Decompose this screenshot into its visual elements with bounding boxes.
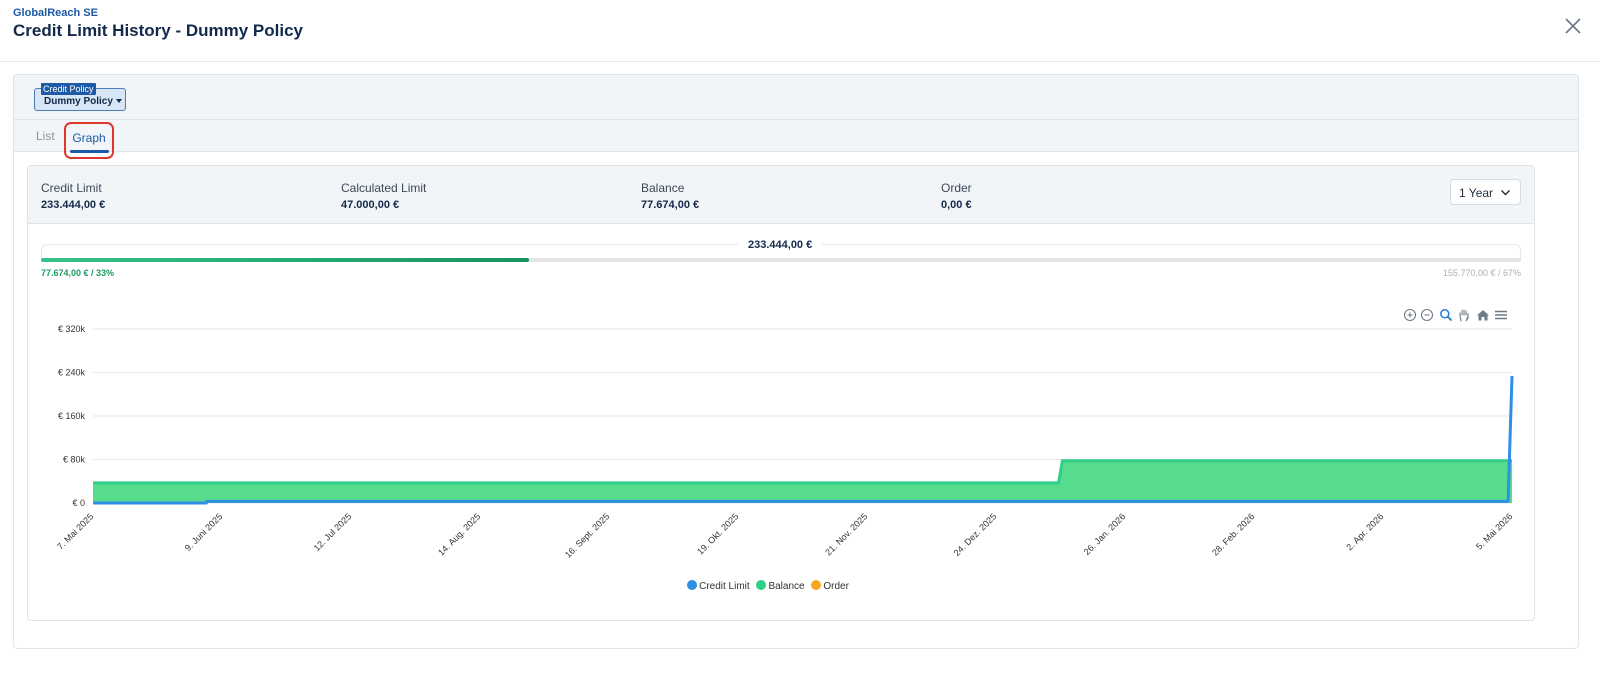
x-tick-label: 2. Apr. 2026 (1344, 511, 1385, 552)
stat-label: Calculated Limit (341, 181, 427, 195)
credit-policy-value: Dummy Policy (44, 96, 122, 107)
x-tick-label: 16. Sept. 2025 (563, 511, 611, 559)
legend-balance[interactable]: Balance (756, 580, 805, 592)
x-tick-label: 12. Jul 2025 (312, 511, 354, 553)
stats-row: Credit Limit 233.444,00 € Calculated Lim… (28, 166, 1534, 224)
tab-graph-label: Graph (72, 131, 106, 145)
credit-policy-tag: Credit Policy (41, 83, 96, 95)
x-tick-label: 24. Dez. 2025 (952, 511, 999, 558)
legend-order[interactable]: Order (811, 580, 849, 592)
period-dropdown[interactable]: 1 Year (1450, 179, 1521, 205)
panel-toolbar: Credit Policy Dummy Policy List Graph (14, 75, 1578, 159)
legend-label: Order (823, 581, 849, 592)
stat-value: 77.674,00 € (641, 199, 700, 211)
stat-value: 47.000,00 € (341, 199, 400, 211)
stat-label: Credit Limit (41, 181, 102, 195)
tab-graph[interactable]: Graph (64, 122, 114, 159)
company-name: GlobalReach SE (13, 7, 98, 19)
credit-policy-dropdown[interactable]: Credit Policy Dummy Policy (34, 83, 126, 111)
x-tick-label: 28. Feb. 2026 (1210, 511, 1256, 557)
caret-down-icon (115, 99, 122, 104)
x-tick-label: 14. Aug. 2025 (436, 511, 482, 557)
legend-label: Credit Limit (699, 581, 750, 592)
usage-remaining-label: 155.770,00 € / 67% (1442, 268, 1521, 278)
x-tick-label: 5. Mai 2026 (1474, 511, 1514, 551)
legend-marker (811, 580, 822, 590)
usage-bar-total: 233.444,00 € (738, 239, 823, 251)
x-tick-label: 7. Mai 2025 (55, 511, 95, 551)
y-tick-label: € 160k (58, 411, 86, 421)
legend-marker (756, 580, 767, 590)
credit-usage-bar: 233.444,00 € 77.674,00 € / 33% 155.770,0… (41, 239, 1521, 284)
close-icon[interactable] (1564, 17, 1582, 35)
x-tick-label: 26. Jan. 2026 (1082, 511, 1128, 557)
stat-value: 0,00 € (941, 199, 972, 211)
stat-value: 233.444,00 € (41, 199, 106, 211)
x-tick-label: 19. Okt. 2025 (695, 511, 740, 556)
tabs-divider (14, 119, 1578, 120)
y-tick-label: € 320k (58, 324, 86, 334)
chart-legend: Credit Limit Balance Order (28, 580, 1508, 592)
legend-credit-limit[interactable]: Credit Limit (687, 580, 750, 592)
legend-label: Balance (768, 581, 805, 592)
usage-used-label: 77.674,00 € / 33% (41, 268, 115, 278)
tab-list[interactable]: List (36, 129, 55, 143)
modal-header: GlobalReach SE Credit Limit History - Du… (0, 0, 1600, 62)
stat-credit-limit: Credit Limit 233.444,00 € (41, 181, 105, 211)
legend-marker (687, 580, 698, 590)
y-tick-label: € 80k (63, 455, 86, 465)
x-tick-label: 9. Juni 2025 (183, 511, 225, 553)
usage-bar-track (41, 258, 1521, 262)
period-value: 1 Year (1459, 186, 1494, 200)
usage-bar-fill (41, 258, 530, 262)
y-tick-label: € 240k (58, 368, 86, 378)
x-tick-label: 21. Nov. 2025 (823, 511, 869, 557)
stat-label: Order (941, 181, 972, 195)
stat-calculated-limit: Calculated Limit 47.000,00 € (341, 181, 426, 211)
graph-card: Credit Limit 233.444,00 € Calculated Lim… (27, 165, 1535, 621)
y-tick-label: € 0 (72, 498, 85, 508)
credit-history-chart[interactable]: € 0 € 80k € 160k € 240k € 320k 7. Mai 2025 9. … (28, 296, 1534, 571)
stat-balance: Balance 77.674,00 € (641, 181, 699, 211)
stat-order: Order 0,00 € (941, 181, 972, 211)
active-tab-indicator (70, 150, 109, 153)
credit-history-panel: Credit Policy Dummy Policy List Graph Cr… (13, 74, 1579, 649)
stat-label: Balance (641, 181, 685, 195)
chevron-down-icon (1501, 190, 1510, 196)
modal-title: Credit Limit History - Dummy Policy (13, 21, 303, 40)
